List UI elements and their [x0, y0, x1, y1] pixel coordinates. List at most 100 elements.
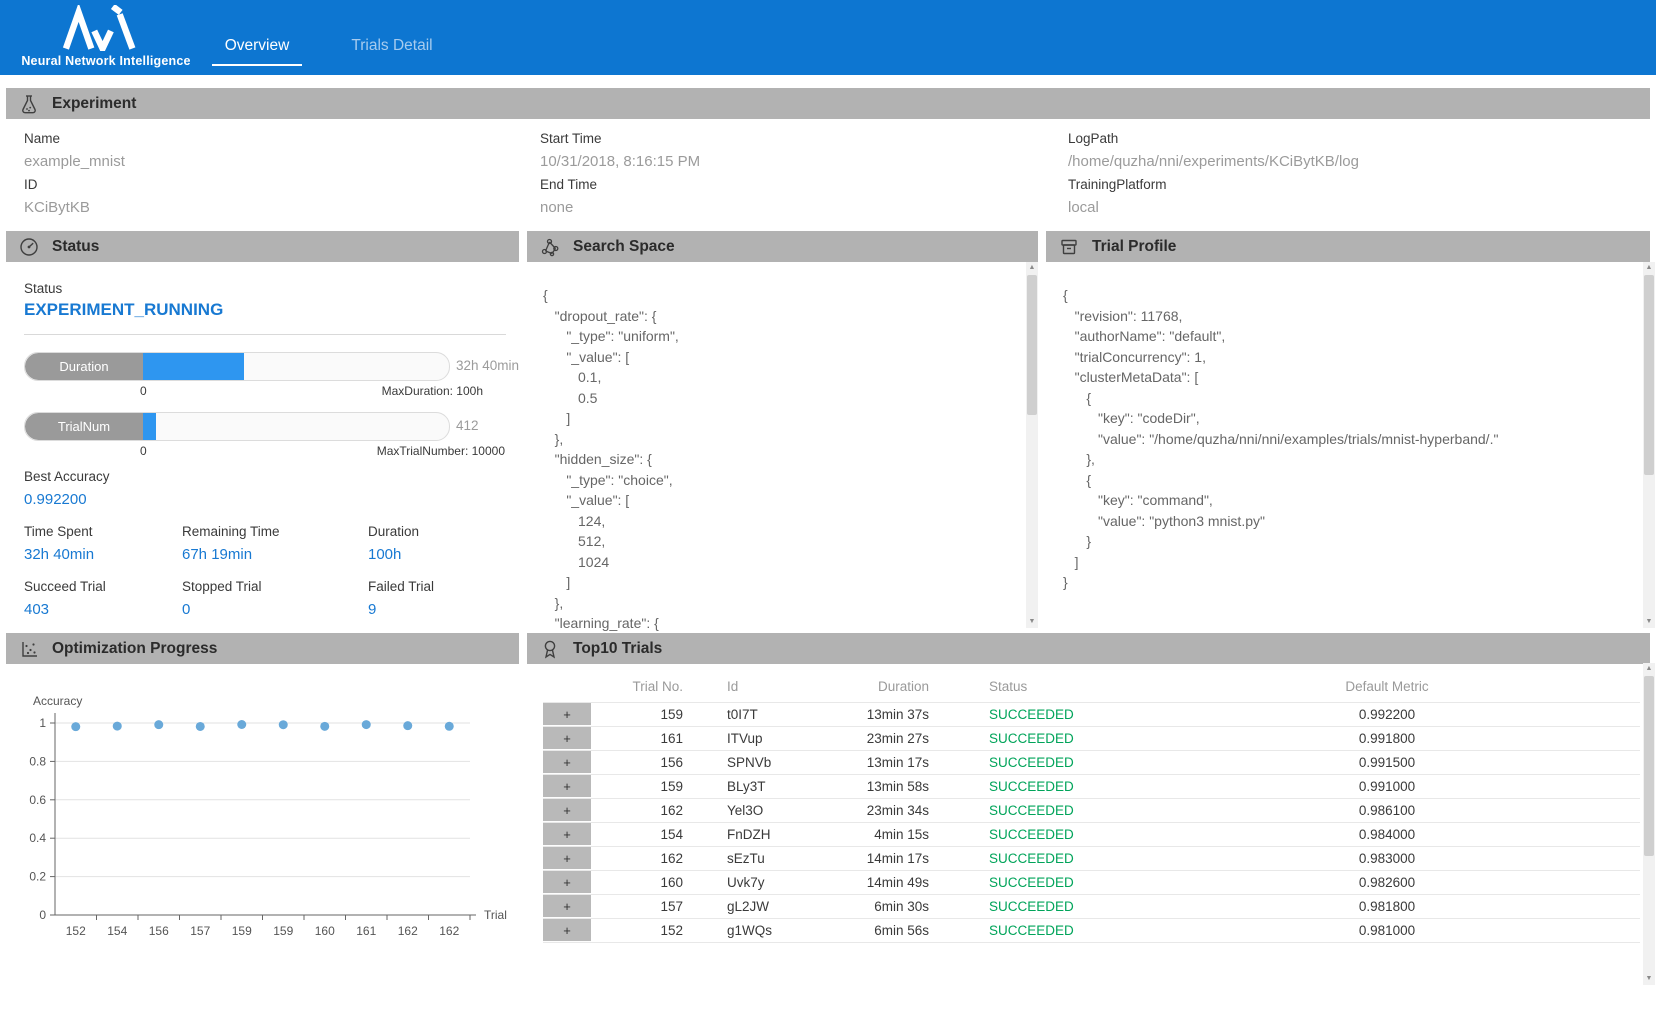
trial-id-cell: Uvk7y: [683, 875, 827, 890]
stat-value-succeed-trial: 403: [24, 601, 49, 618]
x-tick-label: 154: [107, 924, 127, 938]
experiment-section-header: Experiment: [6, 88, 1650, 119]
table-row: +159BLy3T13min 58sSUCCEEDED0.991000: [543, 774, 1640, 798]
trial-duration-cell: 4min 15s: [827, 827, 929, 842]
y-tick-label: 0.8: [29, 754, 46, 768]
optimization-section-header: Optimization Progress: [6, 633, 519, 664]
graph-icon: [539, 236, 561, 258]
tab-overview[interactable]: Overview: [212, 37, 302, 66]
medal-icon: [539, 638, 561, 660]
optimization-section-title: Optimization Progress: [52, 640, 217, 658]
trial-status-cell: SUCCEEDED: [929, 827, 1207, 842]
expand-row-button[interactable]: +: [543, 919, 591, 942]
status-section-header: Status: [6, 231, 519, 262]
expand-row-button[interactable]: +: [543, 799, 591, 822]
scrollbar-thumb[interactable]: [1644, 676, 1654, 856]
trialnum-progress-label: TrialNum: [25, 413, 143, 440]
expand-row-button[interactable]: +: [543, 751, 591, 774]
column-header-duration: Duration: [827, 679, 929, 694]
nni-logo-icon[interactable]: [62, 5, 150, 51]
scrollbar-thumb[interactable]: [1027, 275, 1037, 415]
expand-row-button[interactable]: +: [543, 727, 591, 750]
trial-duration-cell: 6min 30s: [827, 899, 929, 914]
scroll-up-icon[interactable]: ▲: [1643, 663, 1655, 675]
x-axis-title: Trial: [484, 908, 507, 922]
scroll-down-icon[interactable]: ▼: [1026, 616, 1038, 628]
y-tick-label: 0.4: [29, 831, 46, 845]
data-point: [113, 722, 122, 731]
expand-row-button[interactable]: +: [543, 703, 591, 726]
top-trials-table: Trial No. Id Duration Status Default Met…: [543, 670, 1640, 943]
trial-profile-json: { "revision": 11768, "authorName": "defa…: [1063, 285, 1498, 593]
field-value-name: example_mnist: [24, 153, 125, 170]
trial-status-cell: SUCCEEDED: [929, 707, 1207, 722]
expand-row-button[interactable]: +: [543, 847, 591, 870]
x-tick-label: 162: [439, 924, 459, 938]
stat-label-stopped-trial: Stopped Trial: [182, 579, 262, 594]
tab-trials-detail[interactable]: Trials Detail: [342, 37, 442, 55]
trial-profile-scrollbar[interactable]: ▲ ▼: [1643, 262, 1655, 628]
archive-icon: [1058, 236, 1080, 258]
trial-no-cell: 162: [591, 803, 683, 818]
flask-icon: [18, 93, 40, 115]
scroll-up-icon[interactable]: ▲: [1643, 262, 1655, 274]
data-point: [196, 722, 205, 731]
x-tick-label: 156: [149, 924, 169, 938]
search-space-json: { "dropout_rate": { "_type": "uniform", …: [543, 285, 679, 634]
trial-profile-section-header: Trial Profile: [1046, 231, 1650, 262]
trial-duration-cell: 23min 34s: [827, 803, 929, 818]
trial-id-cell: BLy3T: [683, 779, 827, 794]
data-point: [320, 722, 329, 731]
table-row: +161ITVup23min 27sSUCCEEDED0.991800: [543, 726, 1640, 750]
trial-metric-cell: 0.981800: [1207, 899, 1567, 914]
field-value-end-time: none: [540, 199, 573, 216]
table-header-row: Trial No. Id Duration Status Default Met…: [543, 670, 1640, 702]
y-tick-label: 0: [39, 908, 46, 922]
expand-row-button[interactable]: +: [543, 871, 591, 894]
progress-fill: [143, 413, 156, 440]
top-trials-section-header: Top10 Trials: [527, 633, 1650, 664]
x-tick-label: 157: [190, 924, 210, 938]
scrollbar-thumb[interactable]: [1644, 275, 1654, 475]
trialnum-progress-bar: TrialNum: [24, 412, 450, 441]
duration-max-label: MaxDuration: 100h: [24, 384, 483, 398]
scroll-up-icon[interactable]: ▲: [1026, 262, 1038, 274]
trial-status-cell: SUCCEEDED: [929, 731, 1207, 746]
trial-id-cell: Yel3O: [683, 803, 827, 818]
trial-no-cell: 156: [591, 755, 683, 770]
y-tick-label: 0.2: [29, 870, 46, 884]
table-row: +162Yel3O23min 34sSUCCEEDED0.986100: [543, 798, 1640, 822]
top-trials-scrollbar[interactable]: ▲ ▼: [1643, 663, 1655, 985]
stat-label-failed-trial: Failed Trial: [368, 579, 434, 594]
field-value-logpath: /home/quzha/nni/experiments/KCiBytKB/log: [1068, 153, 1359, 170]
trial-duration-cell: 6min 56s: [827, 923, 929, 938]
brand-title: Neural Network Intelligence: [8, 54, 204, 68]
trial-no-cell: 161: [591, 731, 683, 746]
trial-metric-cell: 0.981000: [1207, 923, 1567, 938]
field-label-id: ID: [24, 177, 38, 192]
x-tick-label: 160: [315, 924, 335, 938]
scroll-down-icon[interactable]: ▼: [1643, 616, 1655, 628]
expand-row-button[interactable]: +: [543, 775, 591, 798]
experiment-section-title: Experiment: [52, 95, 136, 113]
search-space-scrollbar[interactable]: ▲ ▼: [1026, 262, 1038, 628]
status-label: Status: [24, 281, 62, 296]
stat-value-stopped-trial: 0: [182, 601, 190, 618]
trial-metric-cell: 0.986100: [1207, 803, 1567, 818]
field-value-id: KCiBytKB: [24, 199, 90, 216]
trial-id-cell: gL2JW: [683, 899, 827, 914]
scroll-down-icon[interactable]: ▼: [1643, 973, 1655, 985]
stat-label-time-spent: Time Spent: [24, 524, 93, 539]
field-value-start-time: 10/31/2018, 8:16:15 PM: [540, 153, 700, 170]
data-point: [71, 722, 80, 731]
field-label-name: Name: [24, 131, 60, 146]
trial-duration-cell: 13min 37s: [827, 707, 929, 722]
expand-row-button[interactable]: +: [543, 823, 591, 846]
table-row: +160Uvk7y14min 49sSUCCEEDED0.982600: [543, 870, 1640, 894]
nni-dashboard: Neural Network Intelligence Overview Tri…: [0, 0, 1656, 1030]
expand-row-button[interactable]: +: [543, 895, 591, 918]
trial-status-cell: SUCCEEDED: [929, 851, 1207, 866]
trial-no-cell: 162: [591, 851, 683, 866]
app-header: Neural Network Intelligence Overview Tri…: [0, 0, 1656, 75]
field-label-end-time: End Time: [540, 177, 597, 192]
